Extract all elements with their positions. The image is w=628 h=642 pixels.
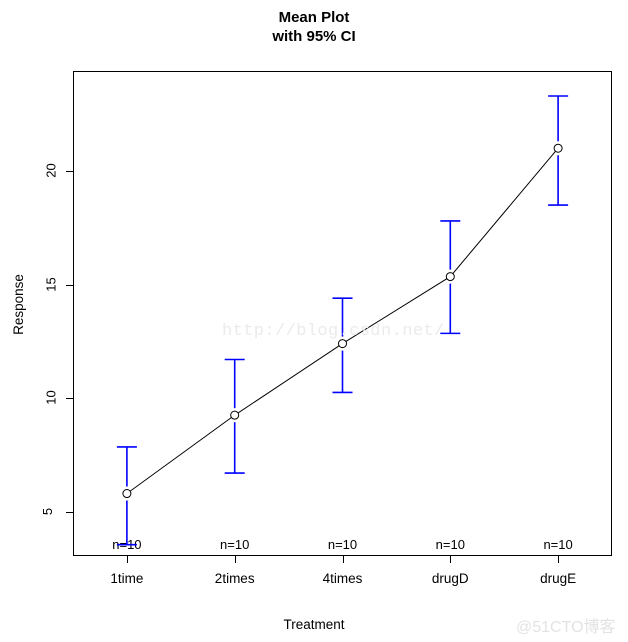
x-axis-tick xyxy=(342,556,344,563)
chart-title: Mean Plot with 95% CI xyxy=(0,8,628,46)
x-axis-tick-label: 1time xyxy=(110,571,144,586)
y-axis-tick-label: 5 xyxy=(40,507,56,515)
chart-subtitle: with 95% CI xyxy=(272,28,356,45)
x-axis-tick xyxy=(234,556,236,563)
y-axis-tick xyxy=(66,511,73,513)
plot-area-frame xyxy=(73,71,612,556)
x-axis-tick-label: 2times xyxy=(214,571,255,586)
mean-plot-figure: Mean Plot with 95% CI Response Treatment… xyxy=(0,0,628,642)
x-axis-tick-label: drugE xyxy=(540,571,577,586)
x-axis-tick-label: drugD xyxy=(431,571,469,586)
y-axis-tick xyxy=(66,398,73,400)
x-axis-tick-label: 4times xyxy=(322,571,363,586)
x-axis-tick xyxy=(126,556,128,563)
y-axis-tick-label: 15 xyxy=(43,276,59,292)
sample-size-label: n=10 xyxy=(327,537,358,552)
watermark-brand: @51CTO博客 xyxy=(516,619,616,636)
x-axis-tick xyxy=(558,556,560,563)
sample-size-label: n=10 xyxy=(543,537,573,552)
sample-size-label: n=10 xyxy=(112,537,142,552)
chart-title-line1: Mean Plot xyxy=(278,9,350,26)
x-axis-tick xyxy=(450,556,452,563)
y-axis-tick-label: 20 xyxy=(43,163,59,178)
y-axis-title: Response xyxy=(10,274,26,335)
sample-size-label: n=10 xyxy=(435,537,465,552)
y-axis-tick xyxy=(66,284,73,286)
sample-size-label: n=10 xyxy=(220,537,250,552)
y-axis-tick xyxy=(66,170,73,172)
y-axis-tick-label: 10 xyxy=(43,390,59,405)
watermark-url: http://blog.csdn.net/ xyxy=(222,322,445,341)
